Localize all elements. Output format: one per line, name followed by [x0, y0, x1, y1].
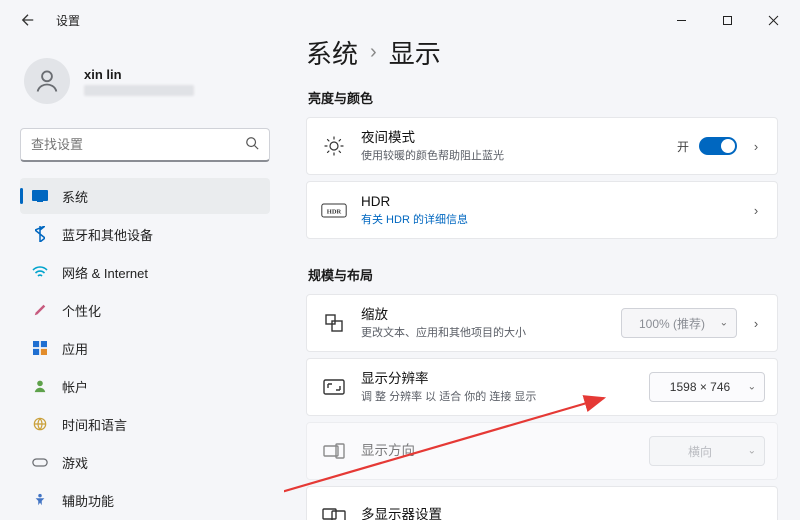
sidebar-item-label: 网络 & Internet	[62, 263, 148, 282]
svg-text:HDR: HDR	[327, 208, 342, 215]
sidebar-item-label: 时间和语言	[62, 415, 127, 434]
sun-icon	[321, 133, 347, 159]
dropdown-value: 横向	[688, 443, 712, 460]
chevron-down-icon: ⌄	[748, 446, 756, 457]
globe-icon	[32, 416, 48, 432]
avatar	[24, 58, 70, 104]
wifi-icon	[32, 264, 48, 280]
row-title: 显示方向	[361, 442, 635, 460]
row-title: 多显示器设置	[361, 506, 765, 520]
titlebar: 设置	[0, 0, 800, 40]
sidebar-item-apps[interactable]: 应用	[20, 330, 270, 366]
chevron-right-icon[interactable]: ›	[747, 316, 765, 331]
monitor-icon	[32, 188, 48, 204]
search-input[interactable]	[31, 137, 237, 152]
chevron-right-icon[interactable]: ›	[747, 203, 765, 218]
row-subtitle: 使用较暖的颜色帮助阻止蓝光	[361, 149, 663, 163]
sidebar-item-personalization[interactable]: 个性化	[20, 292, 270, 328]
row-scale[interactable]: 缩放 更改文本、应用和其他项目的大小 100% (推荐) ⌄ ›	[306, 294, 778, 352]
row-title: 缩放	[361, 306, 607, 324]
hdr-icon: HDR	[321, 197, 347, 223]
sidebar-item-label: 蓝牙和其他设备	[62, 225, 153, 244]
sidebar-item-label: 游戏	[62, 453, 88, 472]
sidebar-item-network[interactable]: 网络 & Internet	[20, 254, 270, 290]
row-subtitle: 更改文本、应用和其他项目的大小	[361, 326, 607, 340]
chevron-down-icon: ⌄	[720, 318, 728, 329]
accessibility-icon	[32, 492, 48, 508]
search-box[interactable]	[20, 128, 270, 162]
resolution-dropdown[interactable]: 1598 × 746 ⌄	[649, 372, 765, 402]
section-title-layout: 规模与布局	[308, 265, 778, 284]
profile[interactable]: xin lin	[20, 40, 270, 114]
apps-icon	[32, 340, 48, 356]
sidebar-nav: 系统 蓝牙和其他设备 网络 & Internet 个性化	[20, 178, 270, 518]
breadcrumb-root[interactable]: 系统	[306, 40, 358, 71]
bluetooth-icon	[32, 226, 48, 242]
profile-name: xin lin	[84, 67, 194, 82]
close-button[interactable]	[750, 4, 796, 36]
row-title: 显示分辨率	[361, 370, 635, 388]
sidebar-item-accessibility[interactable]: 辅助功能	[20, 482, 270, 518]
section-title-brightness: 亮度与颜色	[308, 88, 778, 107]
hdr-more-info-link[interactable]: 有关 HDR 的详细信息	[361, 213, 733, 227]
scale-dropdown[interactable]: 100% (推荐) ⌄	[621, 308, 737, 338]
breadcrumb-leaf: 显示	[389, 40, 441, 71]
row-resolution[interactable]: 显示分辨率 调 整 分辨率 以 适合 你的 连接 显示 1598 × 746 ⌄	[306, 358, 778, 416]
row-night-light[interactable]: 夜间模式 使用较暖的颜色帮助阻止蓝光 开 ›	[306, 117, 778, 175]
minimize-button[interactable]	[658, 4, 704, 36]
resolution-icon	[321, 374, 347, 400]
chevron-right-icon: ›	[370, 41, 377, 64]
scale-icon	[321, 310, 347, 336]
row-hdr[interactable]: HDR HDR 有关 HDR 的详细信息 ›	[306, 181, 778, 239]
chevron-right-icon[interactable]: ›	[747, 139, 765, 154]
sidebar-item-label: 系统	[62, 187, 88, 206]
maximize-button[interactable]	[704, 4, 750, 36]
window-title: 设置	[56, 12, 80, 29]
content-area: 系统 › 显示 亮度与颜色 夜间模式 使用较暖的颜色帮助阻止蓝光 开	[284, 40, 800, 520]
sidebar: xin lin 系统 蓝牙和其他设	[0, 40, 284, 520]
sidebar-item-bluetooth[interactable]: 蓝牙和其他设备	[20, 216, 270, 252]
night-light-toggle[interactable]	[699, 137, 737, 155]
chevron-down-icon: ⌄	[748, 382, 756, 393]
profile-email-redacted	[84, 85, 194, 96]
sidebar-item-label: 应用	[62, 339, 88, 358]
multi-display-icon	[321, 502, 347, 520]
row-orientation: 显示方向 横向 ⌄	[306, 422, 778, 480]
orientation-dropdown: 横向 ⌄	[649, 436, 765, 466]
search-icon	[245, 136, 259, 153]
row-subtitle: 调 整 分辨率 以 适合 你的 连接 显示	[361, 390, 635, 404]
sidebar-item-accounts[interactable]: 帐户	[20, 368, 270, 404]
sidebar-item-time-language[interactable]: 时间和语言	[20, 406, 270, 442]
row-title: 夜间模式	[361, 129, 663, 147]
window-buttons	[658, 4, 796, 36]
sidebar-item-label: 帐户	[62, 377, 88, 396]
dropdown-value: 100% (推荐)	[639, 315, 705, 332]
row-multi-display[interactable]: 多显示器设置	[306, 486, 778, 520]
sidebar-item-gaming[interactable]: 游戏	[20, 444, 270, 480]
sidebar-item-label: 个性化	[62, 301, 101, 320]
sidebar-item-label: 辅助功能	[62, 491, 114, 510]
toggle-state-label: 开	[677, 138, 689, 155]
brush-icon	[32, 302, 48, 318]
orientation-icon	[321, 438, 347, 464]
person-icon	[32, 378, 48, 394]
breadcrumb: 系统 › 显示	[306, 40, 778, 72]
dropdown-value: 1598 × 746	[670, 380, 730, 394]
gamepad-icon	[32, 454, 48, 470]
row-title: HDR	[361, 193, 733, 211]
back-button[interactable]	[14, 6, 42, 34]
sidebar-item-system[interactable]: 系统	[20, 178, 270, 214]
